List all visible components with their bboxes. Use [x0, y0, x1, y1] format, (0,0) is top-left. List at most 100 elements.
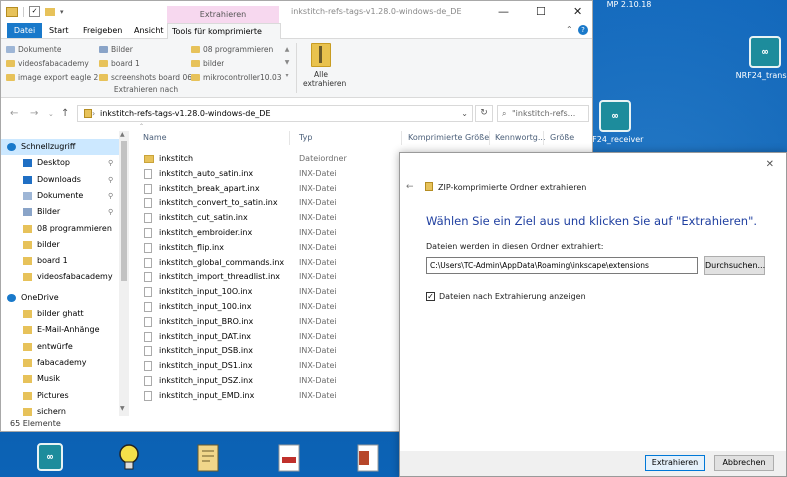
nav-item-label: E-Mail-Anhänge: [37, 325, 100, 335]
customize-dropdown-icon[interactable]: ▾: [60, 8, 64, 16]
destination-08-programmieren[interactable]: 08 programmieren: [191, 43, 273, 56]
file-row[interactable]: inkstitch_input_100.inx INX-Datei: [129, 299, 399, 314]
file-row[interactable]: inkstitch_input_DSZ.inx INX-Datei: [129, 373, 399, 388]
checkmark-icon[interactable]: ✓: [29, 6, 40, 17]
column-name[interactable]: Name: [143, 133, 167, 142]
nav-item[interactable]: videosfabacademy: [1, 269, 119, 285]
pdf-doc-icon[interactable]: [277, 443, 301, 475]
browse-button[interactable]: Durchsuchen...: [704, 256, 765, 275]
file-row[interactable]: inkstitch Dateiordner: [129, 151, 399, 166]
tab-freigeben[interactable]: Freigeben: [79, 23, 126, 38]
destination-screenshots[interactable]: screenshots board 06: [99, 71, 192, 84]
title-bar[interactable]: ✓ ▾ Extrahieren inkstitch-refs-tags-v1.2…: [1, 1, 592, 23]
nav-item[interactable]: Downloads ⚲: [1, 172, 119, 188]
desktop-icon-rf24-receiver[interactable]: ∞ RF24_receiver: [585, 100, 645, 144]
column-groesse[interactable]: Größe: [550, 133, 574, 142]
scroll-up-icon[interactable]: ▲: [120, 131, 125, 138]
pin-icon[interactable]: ⚲: [108, 188, 113, 204]
nav-item[interactable]: bilder ghatt: [1, 306, 119, 322]
file-row[interactable]: inkstitch_flip.inx INX-Datei: [129, 240, 399, 255]
tab-ansicht[interactable]: Ansicht: [130, 23, 168, 38]
ribbon-gallery-scroll[interactable]: ▲ ▼ ▾: [283, 43, 291, 83]
nav-item[interactable]: OneDrive: [1, 290, 119, 306]
nav-item[interactable]: bilder: [1, 237, 119, 253]
pin-icon[interactable]: ⚲: [108, 172, 113, 188]
search-input[interactable]: ⌕ "inkstitch-refs...: [497, 105, 589, 122]
lightbulb-icon[interactable]: [116, 443, 142, 475]
pin-icon[interactable]: ⚲: [108, 155, 113, 171]
file-row[interactable]: inkstitch_convert_to_satin.inx INX-Datei: [129, 195, 399, 210]
nav-item[interactable]: sichern: [1, 404, 119, 416]
nav-scrollbar[interactable]: ▲ ▼: [119, 131, 129, 416]
destination-videosfabacademy[interactable]: videosfabacademy: [6, 57, 89, 70]
minimize-button[interactable]: —: [498, 5, 509, 18]
file-row[interactable]: inkstitch_input_DSB.inx INX-Datei: [129, 343, 399, 358]
nav-item[interactable]: Musik: [1, 371, 119, 387]
desktop-icon-nrf24-transm[interactable]: ∞ NRF24_transm: [735, 36, 787, 80]
destination-board-1[interactable]: board 1: [99, 57, 140, 70]
nav-item[interactable]: entwürfe: [1, 339, 119, 355]
show-files-checkbox[interactable]: ✓: [426, 292, 435, 301]
maximize-button[interactable]: ☐: [536, 5, 546, 18]
presentation-doc-icon[interactable]: [356, 443, 380, 475]
folder-small-icon[interactable]: [45, 7, 55, 16]
file-row[interactable]: inkstitch_input_EMD.inx INX-Datei: [129, 388, 399, 403]
destination-path-input[interactable]: C:\Users\TC-Admin\AppData\Roaming\inksca…: [426, 257, 698, 274]
recent-dropdown-icon[interactable]: ⌄: [48, 110, 54, 118]
extract-button[interactable]: Extrahieren: [645, 455, 705, 471]
refresh-button[interactable]: ↻: [475, 105, 493, 122]
file-row[interactable]: inkstitch_import_threadlist.inx INX-Datei: [129, 269, 399, 284]
nav-item[interactable]: Pictures: [1, 388, 119, 404]
nav-item[interactable]: E-Mail-Anhänge: [1, 322, 119, 338]
arduino-icon[interactable]: ∞: [37, 443, 63, 471]
file-row[interactable]: inkstitch_break_apart.inx INX-Datei: [129, 181, 399, 196]
up-arrow-icon[interactable]: ↑: [61, 108, 69, 119]
file-row[interactable]: inkstitch_global_commands.inx INX-Datei: [129, 255, 399, 270]
ribbon-collapse-icon[interactable]: ⌃: [566, 25, 573, 34]
file-row[interactable]: inkstitch_embroider.inx INX-Datei: [129, 225, 399, 240]
close-button[interactable]: ✕: [573, 5, 582, 18]
destination-bilder-folder[interactable]: bilder: [191, 57, 224, 70]
nav-item-label: videosfabacademy: [37, 272, 113, 282]
file-type: INX-Datei: [299, 198, 337, 208]
nav-item[interactable]: Dokumente ⚲: [1, 188, 119, 204]
forward-arrow-icon[interactable]: →: [30, 108, 38, 119]
tab-datei[interactable]: Datei: [7, 23, 42, 38]
help-icon[interactable]: ?: [578, 25, 588, 35]
show-files-label[interactable]: Dateien nach Extrahierung anzeigen: [439, 292, 586, 301]
nav-item[interactable]: 08 programmieren: [1, 221, 119, 237]
address-input[interactable]: › inkstitch-refs-tags-v1.28.0-windows-de…: [77, 105, 473, 122]
scroll-down-icon[interactable]: ▼: [120, 405, 125, 412]
column-komprimierte-groesse[interactable]: Komprimierte Größe: [408, 133, 489, 142]
close-icon[interactable]: ✕: [766, 159, 774, 170]
desktop-label-mp[interactable]: MP 2.10.18: [589, 0, 669, 9]
address-dropdown-icon[interactable]: ⌄: [461, 106, 468, 121]
nav-item[interactable]: Bilder ⚲: [1, 204, 119, 220]
nav-item[interactable]: board 1: [1, 253, 119, 269]
nav-item[interactable]: Desktop ⚲: [1, 155, 119, 171]
column-kennwort[interactable]: Kennwortg...: [495, 133, 545, 142]
file-row[interactable]: inkstitch_auto_satin.inx INX-Datei: [129, 166, 399, 181]
file-row[interactable]: inkstitch_input_DS1.inx INX-Datei: [129, 358, 399, 373]
extract-all-button[interactable]: Alle extrahieren: [303, 43, 346, 88]
star-icon: [7, 143, 16, 151]
back-arrow-icon[interactable]: ←: [10, 108, 18, 119]
file-row[interactable]: inkstitch_input_DAT.inx INX-Datei: [129, 329, 399, 344]
file-row[interactable]: inkstitch_input_10O.inx INX-Datei: [129, 284, 399, 299]
destination-dokumente[interactable]: Dokumente: [6, 43, 61, 56]
nav-item[interactable]: Schnellzugriff: [1, 139, 119, 155]
nav-item[interactable]: fabacademy: [1, 355, 119, 371]
destination-mikrocontroller[interactable]: mikrocontroller10.03: [191, 71, 282, 84]
back-arrow-icon[interactable]: ←: [406, 182, 414, 192]
folder-app-icon[interactable]: [196, 443, 220, 475]
column-typ[interactable]: Typ: [299, 133, 312, 142]
tab-start[interactable]: Start: [45, 23, 73, 38]
file-row[interactable]: inkstitch_cut_satin.inx INX-Datei: [129, 210, 399, 225]
cancel-button[interactable]: Abbrechen: [714, 455, 774, 471]
tab-tools-komprimierte-ordner[interactable]: Tools für komprimierte Ordner: [167, 23, 281, 51]
pin-icon[interactable]: ⚲: [108, 204, 113, 220]
file-row[interactable]: inkstitch_input_BRO.inx INX-Datei: [129, 314, 399, 329]
scroll-thumb[interactable]: [121, 141, 127, 281]
destination-image-export[interactable]: image export eagle 2.1: [6, 71, 105, 84]
destination-bilder[interactable]: Bilder: [99, 43, 133, 56]
